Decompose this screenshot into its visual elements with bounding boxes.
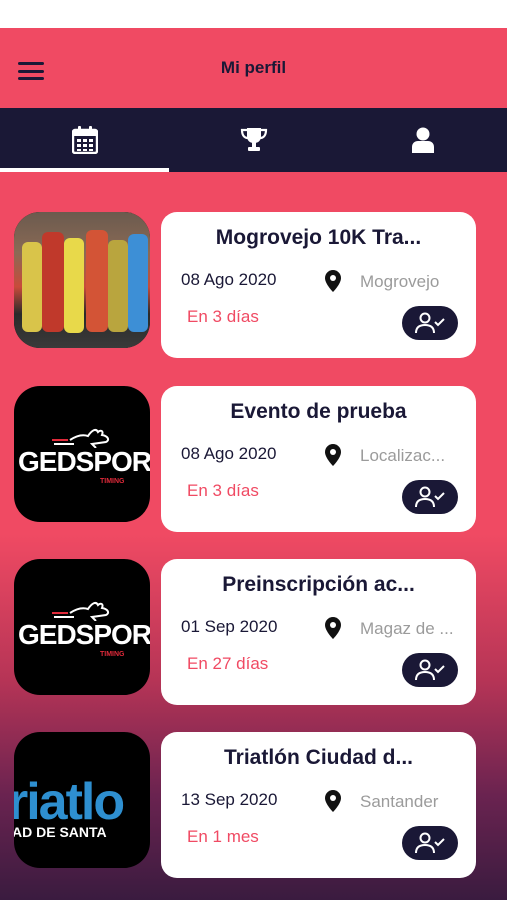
event-countdown: En 1 mes [187, 827, 259, 846]
app-bar: Mi perfil [0, 28, 507, 108]
registered-button[interactable] [402, 653, 458, 687]
page-title: Mi perfil [220, 58, 287, 77]
event-location: Localizac... [360, 446, 446, 465]
logo-text: GEDSPORTS [18, 446, 150, 477]
location-pin-icon [325, 617, 341, 639]
event-title: Mogrovejo 10K Tra... [215, 226, 422, 249]
menu-icon-line [18, 77, 44, 80]
event-title: Evento de prueba [230, 400, 407, 423]
event-item[interactable]: GEDSPORTS TIMING Evento de prueba 08 Ago… [14, 386, 476, 532]
event-thumbnail: riatlo AD DE SANTA [14, 732, 150, 868]
event-countdown: En 3 días [187, 481, 259, 500]
registered-button[interactable] [402, 826, 458, 860]
registered-button[interactable] [402, 480, 458, 514]
event-item[interactable]: GEDSPORTS TIMING Preinscripción ac... 01… [14, 559, 476, 705]
rabbit-logo-icon [52, 428, 110, 448]
event-title: Triatlón Ciudad d... [224, 746, 413, 769]
event-thumbnail: GEDSPORTS TIMING [14, 559, 150, 695]
user-check-icon [415, 312, 445, 334]
event-location: Santander [360, 792, 439, 811]
event-card: Mogrovejo 10K Tra... 08 Ago 2020 Mogrove… [161, 212, 476, 358]
tab-profile[interactable] [338, 108, 507, 172]
event-countdown: En 3 días [187, 307, 259, 326]
rabbit-logo-icon [52, 601, 110, 621]
logo-subtext: TIMING [100, 478, 125, 485]
event-date: 08 Ago 2020 [181, 270, 277, 289]
registered-button[interactable] [402, 306, 458, 340]
logo-subtext: TIMING [100, 651, 125, 658]
event-location: Magaz de ... [360, 619, 454, 638]
event-item[interactable]: riatlo AD DE SANTA Triatlón Ciudad d... … [14, 732, 476, 878]
runners-photo [14, 212, 150, 348]
user-icon [411, 127, 434, 153]
user-check-icon [415, 486, 445, 508]
event-title: Preinscripción ac... [222, 573, 415, 596]
status-bar [0, 0, 507, 28]
menu-button[interactable] [18, 62, 44, 80]
event-card: Triatlón Ciudad d... 13 Sep 2020 Santand… [161, 732, 476, 878]
menu-icon-line [18, 62, 44, 65]
logo-text: riatlo [14, 773, 125, 831]
user-check-icon [415, 659, 445, 681]
event-card: Preinscripción ac... 01 Sep 2020 Magaz d… [161, 559, 476, 705]
location-pin-icon [325, 270, 341, 292]
trophy-icon [240, 128, 267, 151]
location-pin-icon [325, 444, 341, 466]
event-date: 08 Ago 2020 [181, 444, 277, 463]
tab-trophy[interactable] [169, 108, 338, 172]
calendar-icon [71, 126, 98, 154]
event-countdown: En 27 días [187, 654, 269, 673]
tab-calendar[interactable] [0, 108, 169, 172]
event-card: Evento de prueba 08 Ago 2020 Localizac..… [161, 386, 476, 532]
event-location: Mogrovejo [360, 272, 440, 291]
logo-subtext: AD DE SANTA [14, 824, 107, 840]
location-pin-icon [325, 790, 341, 812]
event-thumbnail [14, 212, 150, 348]
tab-bar [0, 108, 507, 172]
event-date: 13 Sep 2020 [181, 790, 278, 809]
user-check-icon [415, 832, 445, 854]
menu-icon-line [18, 69, 44, 73]
event-thumbnail: GEDSPORTS TIMING [14, 386, 150, 522]
event-item[interactable]: Mogrovejo 10K Tra... 08 Ago 2020 Mogrove… [14, 212, 476, 358]
logo-text: GEDSPORTS [18, 619, 150, 650]
event-date: 01 Sep 2020 [181, 617, 278, 636]
